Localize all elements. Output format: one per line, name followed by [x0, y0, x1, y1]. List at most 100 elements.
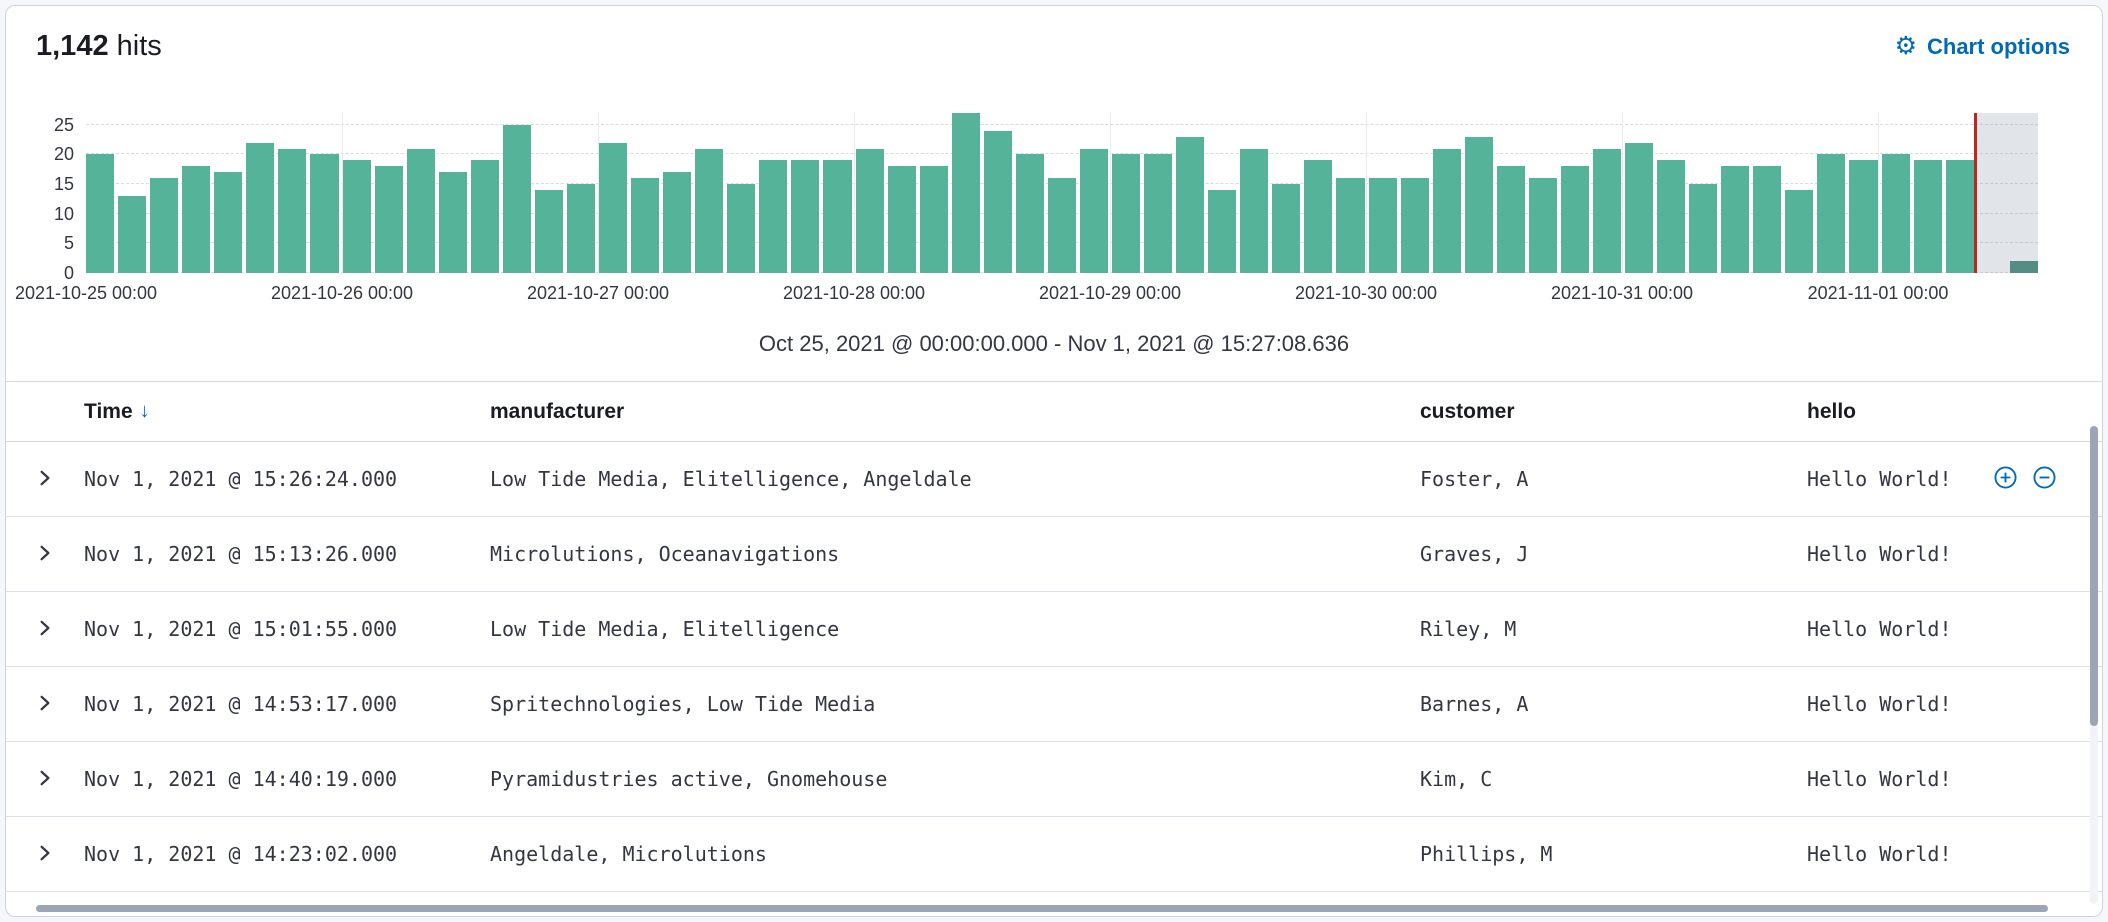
histogram-bar[interactable]: [920, 166, 948, 273]
histogram-bar[interactable]: [1753, 166, 1781, 273]
expand-row-button[interactable]: [30, 838, 60, 871]
histogram-bar[interactable]: [823, 160, 851, 273]
histogram-bar[interactable]: [1336, 178, 1364, 273]
histogram-bar[interactable]: [439, 172, 467, 273]
time-range-caption: Oct 25, 2021 @ 00:00:00.000 - Nov 1, 202…: [6, 331, 2102, 357]
histogram-bar[interactable]: [246, 143, 274, 273]
histogram-bar[interactable]: [952, 113, 980, 273]
column-header-hello[interactable]: hello: [1807, 400, 2102, 424]
histogram-bar[interactable]: [888, 166, 916, 273]
customer-cell: Kim, C: [1420, 767, 1807, 791]
histogram-bar[interactable]: [1914, 160, 1942, 273]
customer-cell: Riley, M: [1420, 617, 1807, 641]
histogram-bar[interactable]: [310, 154, 338, 273]
histogram-bar[interactable]: [86, 154, 114, 273]
chart-options-button[interactable]: ⚙ Chart options: [1895, 34, 2070, 60]
histogram-bar[interactable]: [1561, 166, 1589, 273]
histogram-bar[interactable]: [150, 178, 178, 273]
histogram-bar[interactable]: [599, 143, 627, 273]
table-row[interactable]: Nov 1, 2021 @ 15:26:24.000 Low Tide Medi…: [6, 442, 2102, 517]
hits-label: hits: [117, 30, 162, 62]
histogram-bar[interactable]: [791, 160, 819, 273]
histogram-bar[interactable]: [1946, 160, 1974, 273]
histogram-bar[interactable]: [1401, 178, 1429, 273]
time-cell: Nov 1, 2021 @ 15:01:55.000: [84, 617, 490, 641]
column-label: Time: [84, 400, 133, 424]
vertical-scrollbar-thumb[interactable]: [2090, 426, 2098, 726]
expand-row-button[interactable]: [30, 463, 60, 496]
histogram-bar[interactable]: [407, 149, 435, 273]
histogram-bar[interactable]: [118, 196, 146, 273]
table-row[interactable]: Nov 1, 2021 @ 14:40:19.000 Pyramidustrie…: [6, 742, 2102, 817]
histogram-bar[interactable]: [1369, 178, 1397, 273]
histogram-bar[interactable]: [1176, 137, 1204, 273]
histogram-bar[interactable]: [984, 131, 1012, 273]
chart-options-label: Chart options: [1927, 34, 2070, 60]
histogram-bar[interactable]: [1785, 190, 1813, 273]
histogram-bar[interactable]: [1689, 184, 1717, 273]
histogram-bar[interactable]: [567, 184, 595, 273]
customer-cell: Foster, A: [1420, 467, 1807, 491]
histogram-bar[interactable]: [1849, 160, 1877, 273]
table-row[interactable]: Nov 1, 2021 @ 14:53:17.000 Spritechnolog…: [6, 667, 2102, 742]
histogram-bar[interactable]: [1016, 154, 1044, 273]
histogram-bar[interactable]: [503, 125, 531, 273]
y-tick-label: 10: [54, 205, 74, 223]
expander-cell: [6, 613, 84, 646]
x-tick-label: 2021-11-01 00:00: [1808, 283, 1949, 304]
histogram-bar[interactable]: [1657, 160, 1685, 273]
histogram-bar[interactable]: [1529, 178, 1557, 273]
histogram-bar[interactable]: [1272, 184, 1300, 273]
histogram-bar[interactable]: [1304, 160, 1332, 273]
column-header-customer[interactable]: customer: [1420, 400, 1807, 424]
expand-row-button[interactable]: [30, 688, 60, 721]
gear-icon: ⚙: [1895, 34, 1917, 59]
manufacturer-cell: Microlutions, Oceanavigations: [490, 542, 1420, 566]
histogram-bar[interactable]: [856, 149, 884, 273]
histogram-bar[interactable]: [631, 178, 659, 273]
histogram-bar[interactable]: [1497, 166, 1525, 273]
histogram-bar[interactable]: [1625, 143, 1653, 273]
histogram-bar[interactable]: [1433, 149, 1461, 273]
histogram-bar[interactable]: [182, 166, 210, 273]
filter-for-value-button[interactable]: [1994, 466, 2017, 492]
histogram-bar[interactable]: [727, 184, 755, 273]
histogram-bar[interactable]: [375, 166, 403, 273]
table-row[interactable]: Nov 1, 2021 @ 15:13:26.000 Microlutions,…: [6, 517, 2102, 592]
histogram-bar[interactable]: [1112, 154, 1140, 273]
table-row[interactable]: Nov 1, 2021 @ 14:23:02.000 Angeldale, Mi…: [6, 817, 2102, 892]
column-header-manufacturer[interactable]: manufacturer: [490, 400, 1420, 424]
vertical-scrollbar[interactable]: [2090, 426, 2098, 904]
histogram-bar[interactable]: [278, 149, 306, 273]
histogram-bar[interactable]: [535, 190, 563, 273]
histogram-bar[interactable]: [343, 160, 371, 273]
histogram-bar[interactable]: [1144, 154, 1172, 273]
histogram-bar[interactable]: [695, 149, 723, 273]
time-cell: Nov 1, 2021 @ 14:23:02.000: [84, 842, 490, 866]
expand-row-button[interactable]: [30, 613, 60, 646]
hello-cell: Hello World!: [1807, 467, 2102, 491]
histogram-bar[interactable]: [663, 172, 691, 273]
horizontal-scrollbar-thumb[interactable]: [36, 905, 2048, 912]
x-tick-label: 2021-10-28 00:00: [783, 283, 925, 304]
histogram-bar[interactable]: [1882, 154, 1910, 273]
expander-cell: [6, 688, 84, 721]
histogram-bar[interactable]: [1080, 149, 1108, 273]
histogram-bar[interactable]: [1048, 178, 1076, 273]
histogram-bar[interactable]: [759, 160, 787, 273]
histogram-bar[interactable]: [1593, 149, 1621, 273]
x-tick-label: 2021-10-29 00:00: [1039, 283, 1181, 304]
histogram-bar[interactable]: [1721, 166, 1749, 273]
histogram-bar[interactable]: [471, 160, 499, 273]
histogram-bar[interactable]: [214, 172, 242, 273]
column-header-time[interactable]: Time↓: [84, 400, 490, 424]
histogram-bar[interactable]: [1208, 190, 1236, 273]
customer-cell: Graves, J: [1420, 542, 1807, 566]
table-row[interactable]: Nov 1, 2021 @ 15:01:55.000 Low Tide Medi…: [6, 592, 2102, 667]
expand-row-button[interactable]: [30, 763, 60, 796]
histogram-bar[interactable]: [1465, 137, 1493, 273]
expand-row-button[interactable]: [30, 538, 60, 571]
histogram-bar[interactable]: [1817, 154, 1845, 273]
filter-out-value-button[interactable]: [2033, 466, 2056, 492]
histogram-bar[interactable]: [1240, 149, 1268, 273]
